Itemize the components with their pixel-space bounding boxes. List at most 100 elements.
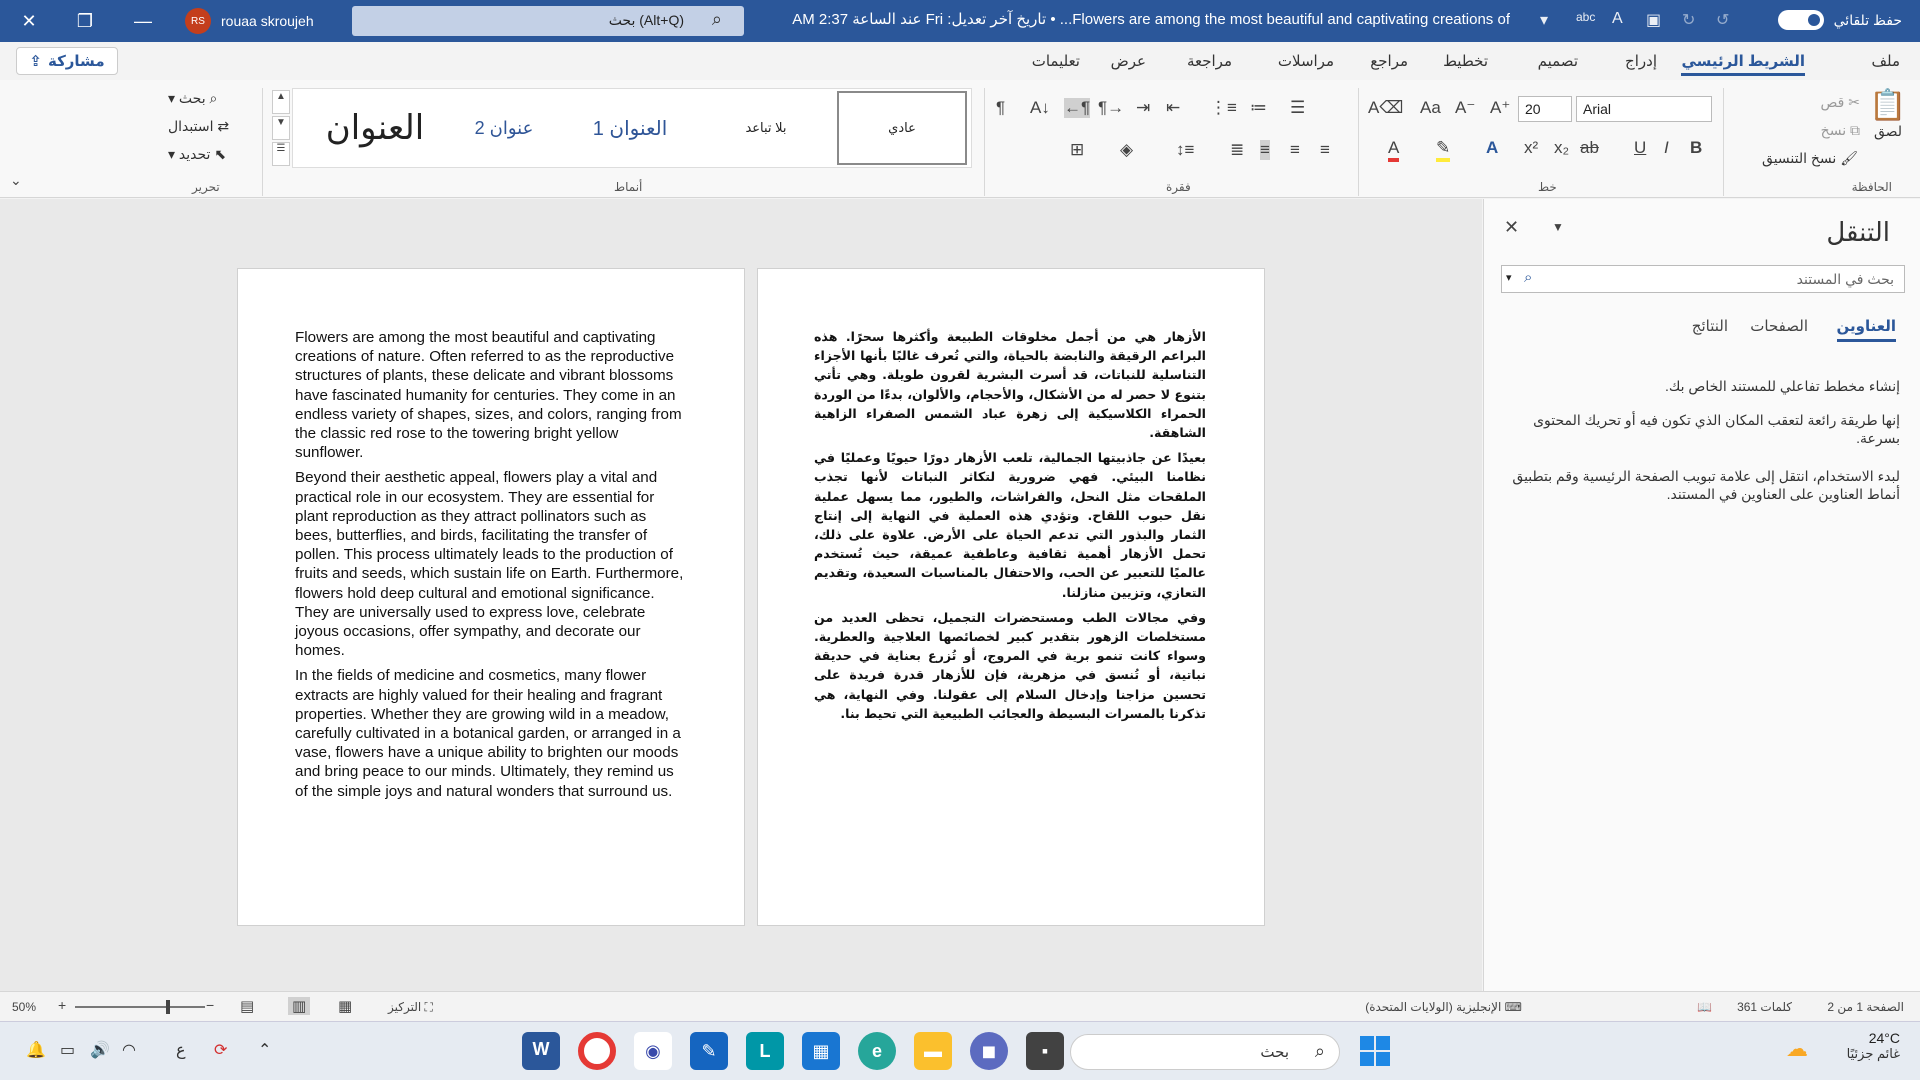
search-input[interactable]: بحث (Alt+Q) ⌕ bbox=[352, 6, 744, 36]
replace-button[interactable]: استبدال ⇄ bbox=[168, 118, 229, 135]
line-spacing-icon[interactable]: ↕≡ bbox=[1176, 140, 1194, 160]
nav-tab-pages[interactable]: الصفحات bbox=[1750, 317, 1808, 335]
multilevel-list-icon[interactable]: ⋮≡ bbox=[1210, 98, 1237, 118]
read-aloud-icon[interactable]: A bbox=[1612, 10, 1623, 28]
chevron-down-icon[interactable]: ▼ bbox=[1552, 220, 1564, 234]
tab-review[interactable]: مراجعة bbox=[1187, 52, 1232, 70]
collapse-ribbon-icon[interactable]: ⌄ bbox=[10, 172, 22, 189]
language-status[interactable]: الإنجليزية (الولايات المتحدة) ⌨ bbox=[1365, 1000, 1522, 1014]
tab-references[interactable]: مراجع bbox=[1370, 52, 1408, 70]
zoom-out-icon[interactable]: − bbox=[206, 997, 214, 1013]
tab-mailings[interactable]: مراسلات bbox=[1278, 52, 1334, 70]
style-normal[interactable]: عادي bbox=[837, 91, 967, 165]
font-size-select[interactable]: 20 bbox=[1518, 96, 1572, 122]
l-app-icon[interactable]: L bbox=[746, 1032, 784, 1070]
chevron-down-icon[interactable]: ▾ bbox=[1506, 271, 1512, 284]
styles-scroll[interactable]: ▲ ▼ ☰ bbox=[272, 90, 290, 168]
nav-tab-headings[interactable]: العناوين bbox=[1836, 317, 1896, 342]
notification-icon[interactable]: 🔔 bbox=[26, 1040, 46, 1060]
teams-app-icon[interactable]: ◼ bbox=[970, 1032, 1008, 1070]
accessibility-icon[interactable]: 📖 bbox=[1697, 1000, 1712, 1014]
numbering-icon[interactable]: ≔ bbox=[1250, 98, 1267, 118]
strikethrough-icon[interactable]: ab bbox=[1580, 138, 1599, 158]
italic-icon[interactable]: I bbox=[1664, 138, 1669, 158]
subscript-icon[interactable]: x₂ bbox=[1554, 138, 1569, 158]
zoom-in-icon[interactable]: + bbox=[58, 997, 66, 1013]
word-app-icon[interactable]: W bbox=[522, 1032, 560, 1070]
english-paragraph-1[interactable]: Flowers are among the most beautiful and… bbox=[295, 328, 685, 462]
redo-icon[interactable]: ↻ bbox=[1682, 10, 1695, 30]
taskbar-search[interactable]: بحث ⌕ bbox=[1070, 1034, 1340, 1070]
rtl-direction-icon[interactable]: ←¶ bbox=[1064, 98, 1091, 118]
align-right-icon[interactable]: ≡ bbox=[1320, 140, 1330, 160]
format-painter-button[interactable]: نسخ التنسيق 🖌 bbox=[1762, 150, 1858, 167]
align-left-icon[interactable]: ≡ bbox=[1260, 140, 1270, 160]
chrome-app-icon[interactable] bbox=[578, 1032, 616, 1070]
read-mode-icon[interactable]: ▦ bbox=[338, 997, 352, 1015]
style-heading-2[interactable]: عنوان 2 bbox=[449, 91, 559, 165]
print-layout-icon[interactable]: ▥ bbox=[288, 997, 311, 1015]
clear-formatting-icon[interactable]: A⌫ bbox=[1368, 98, 1403, 118]
input-language[interactable]: ع bbox=[176, 1040, 186, 1060]
underline-icon[interactable]: U bbox=[1634, 138, 1646, 158]
superscript-icon[interactable]: x² bbox=[1524, 138, 1538, 158]
chevron-up-icon[interactable]: ▲ bbox=[272, 90, 290, 114]
tab-file[interactable]: ملف bbox=[1871, 52, 1900, 70]
weather-widget[interactable]: 24°C غائم جزئيًا bbox=[1847, 1030, 1900, 1062]
user-account[interactable]: RS rouaa skroujeh bbox=[185, 8, 314, 34]
spelling-icon[interactable]: abc bbox=[1576, 10, 1595, 24]
autosave-control[interactable]: حفظ تلقائي bbox=[1777, 10, 1902, 30]
center-icon[interactable]: ≡ bbox=[1290, 140, 1300, 160]
share-button[interactable]: ⇪ مشاركة bbox=[16, 47, 118, 75]
tab-insert[interactable]: إدراج bbox=[1625, 52, 1657, 70]
style-title[interactable]: العنوان bbox=[305, 91, 445, 165]
customize-toolbar-icon[interactable]: ▾ bbox=[1540, 10, 1548, 30]
shading-icon[interactable]: ◈ bbox=[1120, 140, 1133, 160]
focus-button[interactable]: التركيز ⛶ bbox=[388, 1000, 433, 1015]
battery-icon[interactable]: ▭ bbox=[60, 1040, 75, 1060]
justify-icon[interactable]: ≣ bbox=[1230, 140, 1244, 160]
web-layout-icon[interactable]: ▤ bbox=[240, 997, 254, 1015]
tab-design[interactable]: تصميم bbox=[1538, 52, 1578, 70]
sort-icon[interactable]: A↓ bbox=[1030, 98, 1050, 118]
change-case-icon[interactable]: Aa bbox=[1420, 98, 1441, 118]
wifi-icon[interactable]: ◠ bbox=[122, 1040, 136, 1060]
select-button[interactable]: ▾ تحديد ⬉ bbox=[168, 146, 226, 163]
english-paragraph-2[interactable]: Beyond their aesthetic appeal, flowers p… bbox=[295, 468, 685, 660]
increase-indent-icon[interactable]: ⇥ bbox=[1136, 98, 1150, 118]
tab-view[interactable]: عرض bbox=[1111, 52, 1146, 70]
nav-tab-results[interactable]: النتائج bbox=[1692, 317, 1728, 335]
font-color-icon[interactable]: A bbox=[1388, 138, 1400, 162]
restore-window-button[interactable]: ❐ bbox=[62, 0, 108, 42]
word-count[interactable]: 361 كلمات bbox=[1737, 1000, 1792, 1014]
undo-icon[interactable]: ↺ bbox=[1716, 10, 1729, 30]
autosave-toggle[interactable] bbox=[1777, 10, 1824, 30]
english-paragraph-3[interactable]: In the fields of medicine and cosmetics,… bbox=[295, 666, 685, 800]
page-number[interactable]: الصفحة 1 من 2 bbox=[1827, 1000, 1904, 1014]
arabic-paragraph-1[interactable]: الأزهار هي من أجمل مخلوقات الطبيعة وأكثر… bbox=[814, 327, 1206, 442]
shrink-font-icon[interactable]: A⁻ bbox=[1455, 98, 1475, 118]
store-app-icon[interactable]: ▦ bbox=[802, 1032, 840, 1070]
chevron-down-icon[interactable]: ▼ bbox=[272, 116, 290, 140]
close-icon[interactable]: ✕ bbox=[1504, 217, 1519, 238]
bullets-icon[interactable]: ☰ bbox=[1290, 98, 1305, 118]
arabic-paragraph-3[interactable]: وفي مجالات الطب ومستحضرات التجميل، تحظى … bbox=[814, 608, 1206, 723]
file-explorer-icon[interactable]: ▬ bbox=[914, 1032, 952, 1070]
zoom-slider[interactable] bbox=[75, 1006, 205, 1008]
find-button[interactable]: ▾ بحث ⌕ bbox=[168, 90, 217, 107]
tab-home[interactable]: الشريط الرئيسي bbox=[1681, 52, 1805, 76]
more-styles-icon[interactable]: ☰ bbox=[272, 142, 290, 166]
nav-search-input[interactable]: بحث في المستند ⌕ ▾ bbox=[1501, 265, 1905, 293]
close-window-button[interactable]: ✕ bbox=[6, 0, 52, 42]
cut-button[interactable]: قص ✂ bbox=[1821, 94, 1860, 111]
minimize-window-button[interactable]: — bbox=[120, 0, 166, 42]
font-name-select[interactable]: Arial bbox=[1576, 96, 1712, 122]
style-no-spacing[interactable]: بلا تباعد bbox=[701, 91, 831, 165]
english-text[interactable]: Flowers are among the most beautiful and… bbox=[295, 328, 685, 807]
arabic-text[interactable]: الأزهار هي من أجمل مخلوقات الطبيعة وأكثر… bbox=[814, 327, 1206, 729]
copy-button[interactable]: نسخ ⧉ bbox=[1821, 122, 1860, 139]
volume-icon[interactable]: 🔊 bbox=[90, 1040, 110, 1060]
windows-start-icon[interactable] bbox=[1360, 1036, 1390, 1066]
borders-icon[interactable]: ⊞ bbox=[1070, 140, 1084, 160]
page-arabic[interactable]: الأزهار هي من أجمل مخلوقات الطبيعة وأكثر… bbox=[757, 268, 1265, 926]
